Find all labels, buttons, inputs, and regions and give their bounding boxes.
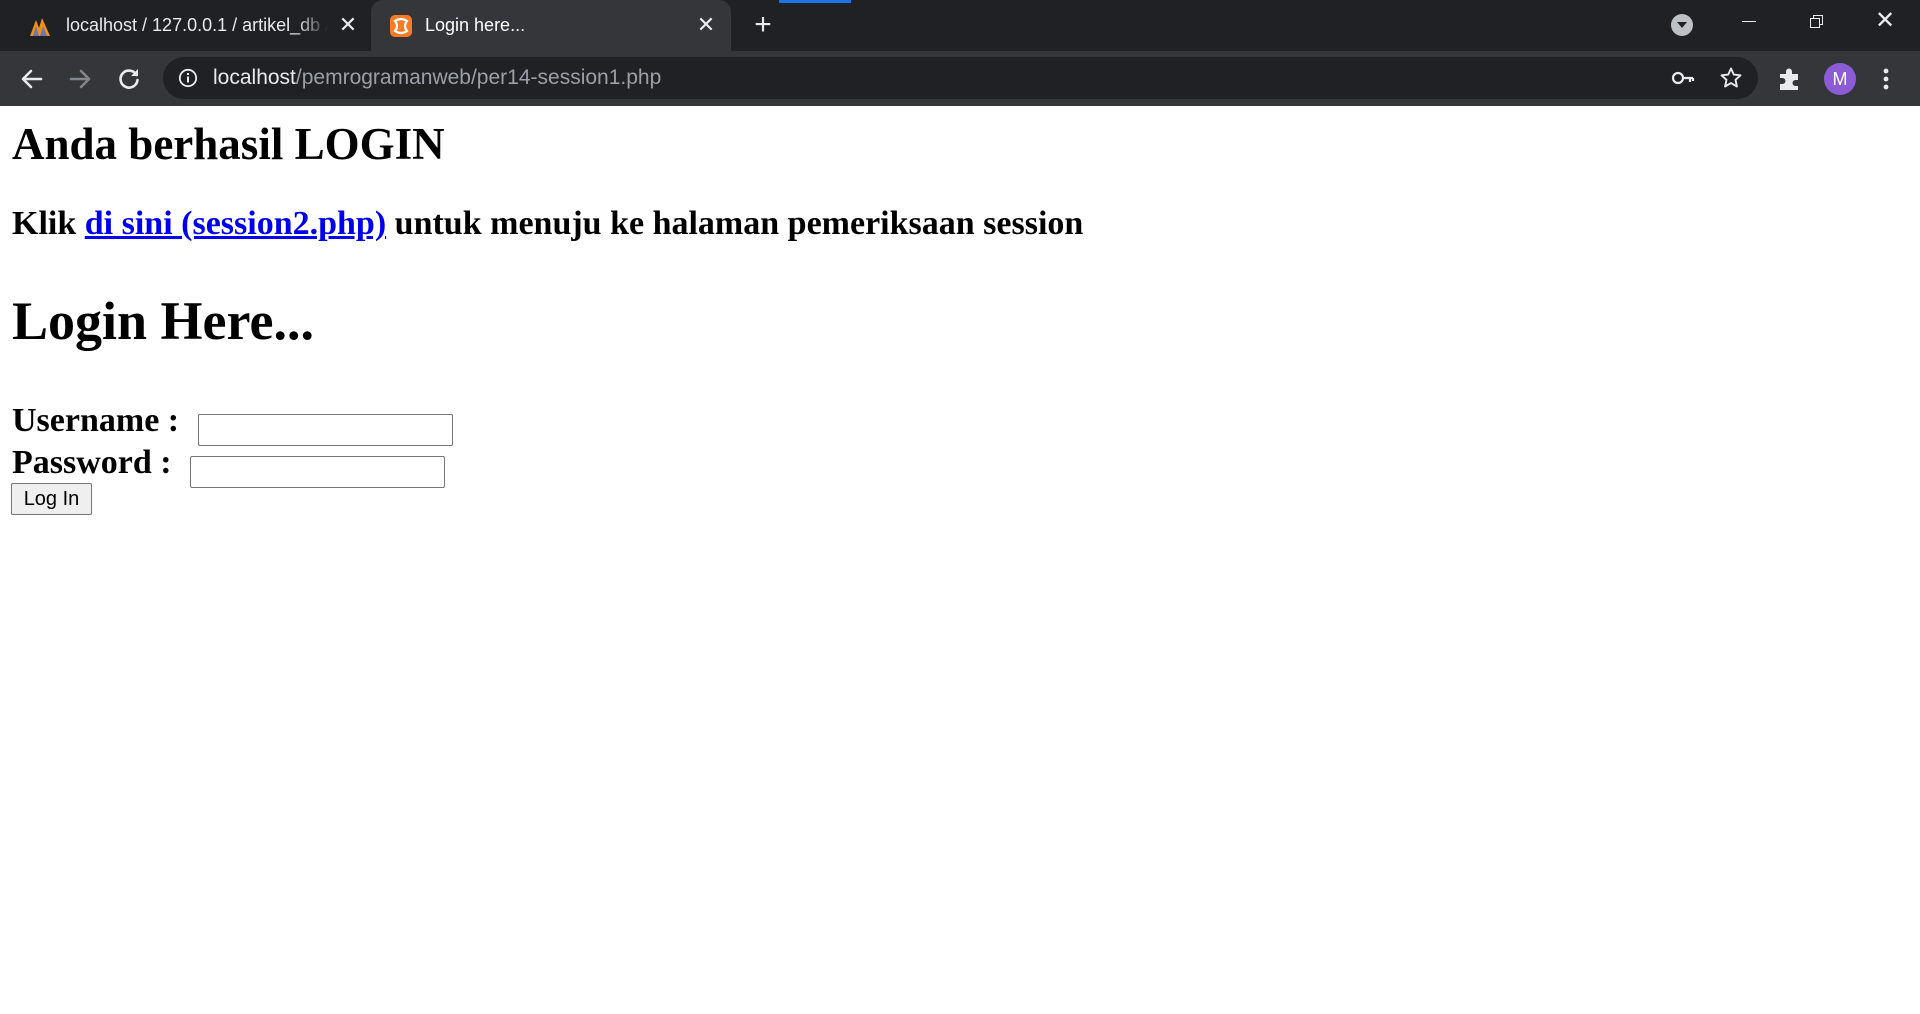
url-host: localhost xyxy=(213,66,296,89)
phpmyadmin-icon xyxy=(30,18,50,36)
address-bar[interactable]: localhost/pemrogramanweb/per14-session1.… xyxy=(163,57,1758,99)
klik-prefix: Klik xyxy=(12,205,85,242)
minimize-icon[interactable] xyxy=(1728,6,1768,36)
forward-arrow-icon[interactable] xyxy=(64,63,96,95)
page-content: Anda berhasil LOGIN Klik di sini (sessio… xyxy=(0,106,1920,1014)
profile-avatar[interactable]: M xyxy=(1824,63,1856,95)
bookmark-star-icon[interactable] xyxy=(1719,66,1743,90)
klik-suffix: untuk menuju ke halaman pemeriksaan sess… xyxy=(386,205,1084,242)
reload-icon[interactable] xyxy=(113,63,145,95)
tab-phpmyadmin[interactable]: localhost / 127.0.0.1 / artikel_db / ✕ xyxy=(0,0,371,51)
login-button[interactable]: Log In xyxy=(11,483,92,515)
tab-login-here[interactable]: Login here... ✕ xyxy=(371,0,731,51)
tab-strip: localhost / 127.0.0.1 / artikel_db / ✕ L… xyxy=(0,0,1920,51)
close-tab-icon[interactable]: ✕ xyxy=(695,14,717,36)
site-info-icon[interactable] xyxy=(178,68,198,88)
restore-icon[interactable] xyxy=(1797,6,1837,36)
password-row: Password : xyxy=(12,442,445,488)
login-success-heading: Anda berhasil LOGIN xyxy=(12,119,445,169)
url-text[interactable]: localhost/pemrogramanweb/per14-session1.… xyxy=(213,66,661,90)
tab-loading-indicator xyxy=(779,0,851,3)
key-icon[interactable] xyxy=(1671,67,1695,89)
session-link-paragraph: Klik di sini (session2.php) untuk menuju… xyxy=(12,204,1083,244)
back-arrow-icon[interactable] xyxy=(16,63,48,95)
login-heading: Login Here... xyxy=(12,291,314,351)
new-tab-icon[interactable]: + xyxy=(749,10,777,40)
extensions-puzzle-icon[interactable] xyxy=(1777,66,1803,92)
password-label: Password : xyxy=(12,444,172,481)
username-label: Username : xyxy=(12,402,180,439)
tab-title: Login here... xyxy=(425,15,526,35)
session2-link[interactable]: di sini (session2.php) xyxy=(85,205,386,242)
xampp-icon xyxy=(390,15,412,37)
password-input[interactable] xyxy=(190,456,445,488)
username-row: Username : xyxy=(12,400,453,446)
url-path: /pemrogramanweb/per14-session1.php xyxy=(295,66,662,89)
tab-title: localhost / 127.0.0.1 / artikel_db / xyxy=(66,15,328,35)
username-input[interactable] xyxy=(198,414,453,446)
kebab-menu-icon[interactable] xyxy=(1876,66,1896,92)
tab-search-icon[interactable] xyxy=(1671,14,1693,36)
browser-toolbar: localhost/pemrogramanweb/per14-session1.… xyxy=(0,51,1920,106)
close-tab-icon[interactable]: ✕ xyxy=(337,14,359,36)
window-close-icon[interactable]: ✕ xyxy=(1865,6,1905,36)
